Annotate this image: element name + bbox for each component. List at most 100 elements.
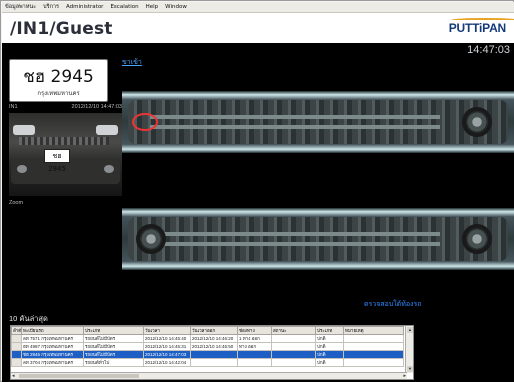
column-header[interactable]: สถานะ xyxy=(271,326,316,335)
table-cell: ลท 7571 กรุงเทพมหานคร xyxy=(21,334,84,343)
row-header-cell xyxy=(11,342,22,351)
camera-timestamp: 2012/12/10 14:47:03 xyxy=(71,104,122,110)
camera-info-bar: IN1 2012/12/10 14:47:03 xyxy=(9,104,122,112)
table-cell xyxy=(343,358,404,367)
menu-item-service[interactable]: บริการ xyxy=(43,3,59,11)
fog-light-right xyxy=(104,165,114,173)
left-headlight xyxy=(13,125,35,135)
table-cell xyxy=(190,358,238,367)
page-title: /IN1/Guest xyxy=(10,19,113,39)
table-cell xyxy=(271,358,316,367)
wheel-icon xyxy=(136,224,166,254)
app-window: ข้อมูลพาหนะ บริการ Administrator Escalat… xyxy=(0,0,514,382)
plate-province: กรุงเทพมหานคร xyxy=(37,91,80,97)
table-row[interactable]: ชฮ 2945 กรุงเทพมหานคร รถยนต์ไม่มีบัตร 2012… xyxy=(11,350,404,359)
undercarriage-scan-top[interactable] xyxy=(122,91,514,153)
table-cell xyxy=(190,350,238,359)
row-header-cell xyxy=(11,358,22,367)
row-header-cell xyxy=(11,334,22,343)
horizontal-scrollbar[interactable]: ◂ ▸ xyxy=(11,372,407,379)
photo-license-plate: ชฮ 2945 xyxy=(44,149,70,173)
table-cell: ปกติ xyxy=(315,334,344,343)
table-cell xyxy=(271,334,316,343)
right-headlight xyxy=(96,125,118,135)
table-cell: 2012/12/10 14:45:31 xyxy=(143,342,191,351)
table-cell: ปกติ xyxy=(315,350,344,359)
plate-number: ชฮ 2945 xyxy=(23,67,94,87)
chassis-rail xyxy=(150,115,440,119)
table-row[interactable]: ฮท 4987 กรุงเทพมหานคร รถยนต์ไม่มีบัตร 2012… xyxy=(11,342,404,351)
table-cell xyxy=(271,350,316,359)
table-cell xyxy=(237,358,272,367)
scroll-up-icon[interactable]: ▲ xyxy=(407,327,413,333)
undercarriage-scan-bottom[interactable] xyxy=(122,208,514,270)
table-cell: รถยนต์ไม่มีบัตร xyxy=(83,342,144,351)
logo-text: PUTTiPAN xyxy=(448,21,506,35)
car-front-photo[interactable]: ชฮ 2945 xyxy=(9,113,122,196)
table-cell: ทาง ออก xyxy=(237,342,272,351)
menu-item-escalation[interactable]: Escalation xyxy=(110,4,138,10)
column-header[interactable]: หมายเหตุ xyxy=(343,326,404,335)
table-cell: รถยนต์ทั่วไป xyxy=(83,358,144,367)
menu-bar: ข้อมูลพาหนะ บริการ Administrator Escalat… xyxy=(2,2,514,13)
alert-marker xyxy=(132,113,158,131)
chassis-rail xyxy=(150,232,440,236)
column-header[interactable]: วันเวลาออก xyxy=(190,326,238,335)
column-header[interactable]: ลำดับ xyxy=(11,326,22,335)
column-header[interactable]: ประเภท xyxy=(315,326,344,335)
recent-list-title: 10 คันล่าสุด xyxy=(9,314,48,323)
table-cell xyxy=(271,342,316,351)
table-cell: รถยนต์ไม่มีบัตร xyxy=(83,350,144,359)
fog-light-left xyxy=(17,165,27,173)
table-row[interactable]: ลท 7571 กรุงเทพมหานคร รถยนต์ไม่มีบัตร 2012… xyxy=(11,334,404,343)
table-cell: 2012/12/10 14:46:20 xyxy=(190,334,238,343)
column-header[interactable]: ประเภท xyxy=(83,326,144,335)
logo-swoosh-icon xyxy=(450,18,514,22)
table-header-row: ลำดับ ทะเบียนรถ ประเภท วันเวลา วันเวลาออ… xyxy=(11,326,404,335)
chassis-rail xyxy=(150,125,440,129)
header: /IN1/Guest PUTTiPAN xyxy=(2,13,514,43)
table-cell: ชฮ 2945 กรุงเทพมหานคร xyxy=(21,350,84,359)
table-cell: รถยนต์ไม่มีบัตร xyxy=(83,334,144,343)
verify-undercarriage-link[interactable]: ตรวจสอบใต้ท้องรถ xyxy=(364,299,421,310)
scroll-right-icon[interactable]: ▸ xyxy=(403,373,406,379)
clock: 14:47:03 xyxy=(467,44,510,56)
recent-vehicles-table[interactable]: ลำดับ ทะเบียนรถ ประเภท วันเวลา วันเวลาออ… xyxy=(10,325,414,380)
row-header-cell xyxy=(11,350,22,359)
undercarriage-body xyxy=(128,217,508,261)
zoom-label[interactable]: Zoom xyxy=(9,200,23,206)
table-cell: ปกติ xyxy=(315,342,344,351)
chassis-rail xyxy=(150,242,440,246)
direction-link[interactable]: ขาเข้า xyxy=(122,57,142,68)
camera-id: IN1 xyxy=(9,104,18,110)
main-panel: 14:47:03 ขาเข้า ชฮ 2945 กรุงเทพมหานคร IN… xyxy=(2,43,514,313)
scroll-thumb[interactable] xyxy=(19,374,139,378)
recent-vehicles-panel: 10 คันล่าสุด ลำดับ ทะเบียนรถ ประเภท วันเ… xyxy=(2,313,514,382)
car-grille xyxy=(19,137,109,145)
menu-item-help[interactable]: Help xyxy=(146,4,159,10)
plate-card: ชฮ 2945 กรุงเทพมหานคร xyxy=(9,59,108,102)
wheel-icon xyxy=(462,107,492,137)
table-cell: 2012/12/10 14:42:04 xyxy=(143,358,191,367)
table-cell xyxy=(343,342,404,351)
table-cell: 2012/12/10 14:46:50 xyxy=(190,342,238,351)
wheel-icon xyxy=(462,224,492,254)
vertical-scrollbar[interactable]: ▲ ▼ xyxy=(405,326,413,373)
column-header[interactable]: ช่องทาง xyxy=(237,326,272,335)
undercarriage-body xyxy=(128,100,508,144)
menu-item-vehicle[interactable]: ข้อมูลพาหนะ xyxy=(5,3,36,11)
table-cell: 1 ทาง ออก xyxy=(237,334,272,343)
column-header[interactable]: ทะเบียนรถ xyxy=(21,326,84,335)
table-cell: 2012/12/10 14:47:03 xyxy=(143,350,191,359)
scroll-left-icon[interactable]: ◂ xyxy=(12,373,15,379)
table-cell: ปกติ xyxy=(315,358,344,367)
table-cell: 2012/12/10 14:45:40 xyxy=(143,334,191,343)
table-cell xyxy=(343,350,404,359)
table-cell: ลท 3704 กรุงเทพมหานคร xyxy=(21,358,84,367)
table-cell: ฮท 4987 กรุงเทพมหานคร xyxy=(21,342,84,351)
scroll-down-icon[interactable]: ▼ xyxy=(407,366,413,372)
menu-item-administrator[interactable]: Administrator xyxy=(66,4,104,10)
column-header[interactable]: วันเวลา xyxy=(143,326,191,335)
table-row[interactable]: ลท 3704 กรุงเทพมหานคร รถยนต์ทั่วไป 2012/12… xyxy=(11,358,404,367)
menu-item-window[interactable]: Window xyxy=(165,4,187,10)
